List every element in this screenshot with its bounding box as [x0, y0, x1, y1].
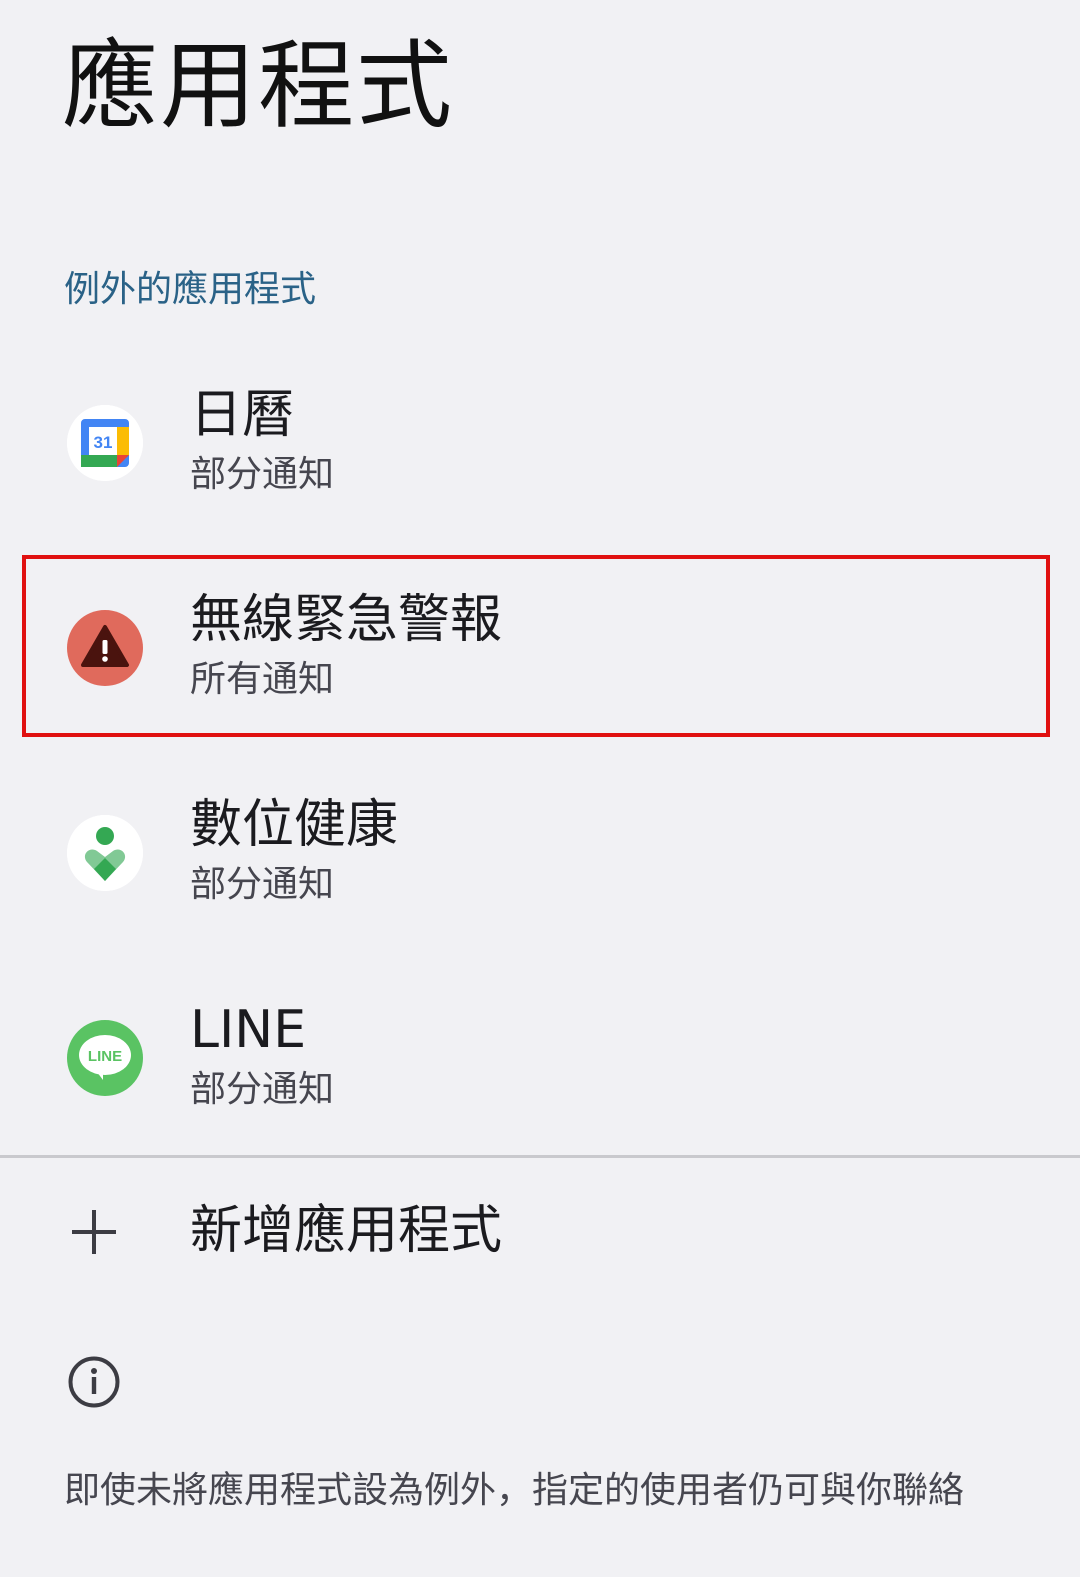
- add-app-button[interactable]: 新增應用程式: [0, 1180, 1080, 1290]
- app-row-calendar[interactable]: 31 日曆 部分通知: [0, 360, 1080, 530]
- page-title: 應用程式: [62, 30, 454, 142]
- digital-wellbeing-icon: [67, 815, 143, 891]
- plus-icon: [70, 1208, 118, 1256]
- app-name: LINE: [190, 1000, 307, 1060]
- line-icon: LINE: [67, 1020, 143, 1096]
- app-status: 部分通知: [190, 454, 335, 495]
- section-header-exceptions: 例外的應用程式: [64, 269, 317, 310]
- calendar-icon: 31: [67, 405, 143, 481]
- app-row-digital-wellbeing[interactable]: 數位健康 部分通知: [0, 770, 1080, 940]
- info-text: 即使未將應用程式設為例外，指定的使用者仍可與你聯絡: [64, 1470, 965, 1511]
- app-status: 部分通知: [190, 864, 335, 905]
- calendar-icon-text: 31: [94, 433, 113, 452]
- divider: [0, 1155, 1080, 1158]
- app-row-line[interactable]: LINE LINE 部分通知: [0, 975, 1080, 1145]
- add-app-label: 新增應用程式: [190, 1201, 503, 1261]
- info-icon: [67, 1355, 121, 1409]
- line-icon-text: LINE: [88, 1048, 122, 1065]
- highlight-box: [22, 555, 1050, 737]
- app-status: 部分通知: [190, 1069, 335, 1110]
- app-name: 數位健康: [190, 795, 399, 855]
- app-name: 日曆: [190, 385, 295, 445]
